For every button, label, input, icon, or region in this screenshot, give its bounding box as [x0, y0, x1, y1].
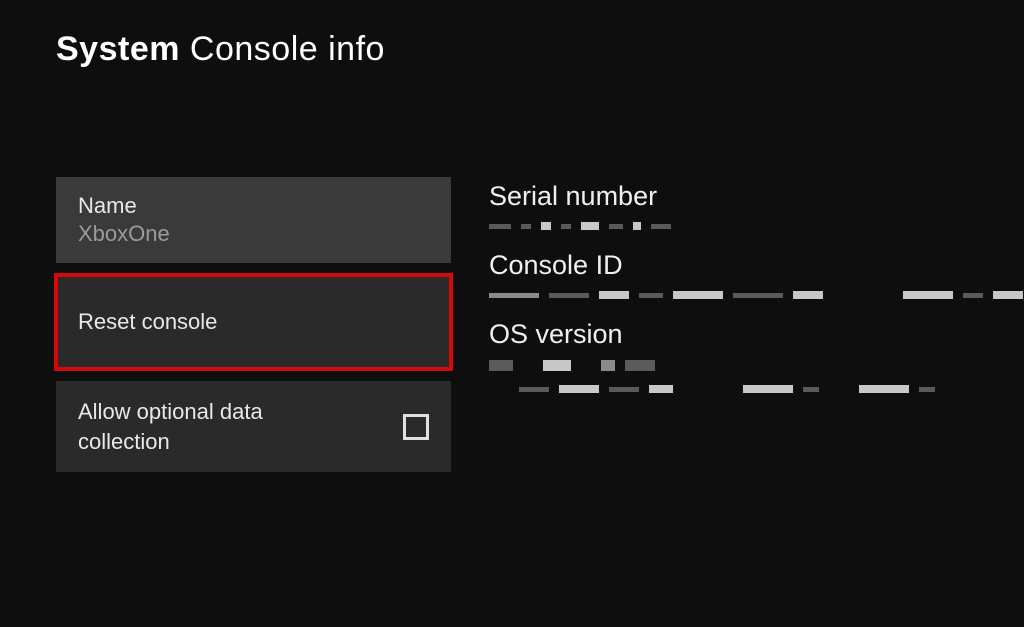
- checkbox-icon: [403, 414, 429, 440]
- name-label: Name: [78, 193, 429, 219]
- settings-list: Name XboxOne Reset console Allow optiona…: [56, 177, 451, 472]
- os-version-value-redacted: [489, 360, 1024, 371]
- page-title: System Console info: [56, 30, 1024, 69]
- content-area: Name XboxOne Reset console Allow optiona…: [0, 69, 1024, 472]
- breadcrumb-section: System: [56, 30, 180, 68]
- os-version-value-redacted-2: [489, 385, 1024, 393]
- os-version-block: OS version: [489, 319, 1024, 393]
- optional-data-label: Allow optional data collection: [78, 397, 358, 456]
- serial-number-title: Serial number: [489, 181, 1024, 212]
- reset-console-label: Reset console: [78, 309, 429, 335]
- console-id-title: Console ID: [489, 250, 1024, 281]
- breadcrumb-page: Console info: [190, 30, 385, 68]
- console-id-block: Console ID: [489, 250, 1024, 299]
- page-header: System Console info: [0, 0, 1024, 69]
- os-version-title: OS version: [489, 319, 1024, 350]
- console-id-value-redacted: [489, 291, 1024, 299]
- serial-number-value-redacted: [489, 222, 1024, 230]
- reset-console-button[interactable]: Reset console: [56, 275, 451, 369]
- serial-number-block: Serial number: [489, 181, 1024, 230]
- optional-data-toggle[interactable]: Allow optional data collection: [56, 381, 451, 472]
- name-value: XboxOne: [78, 221, 429, 247]
- console-name-card[interactable]: Name XboxOne: [56, 177, 451, 263]
- info-panel: Serial number Console ID: [489, 177, 1024, 472]
